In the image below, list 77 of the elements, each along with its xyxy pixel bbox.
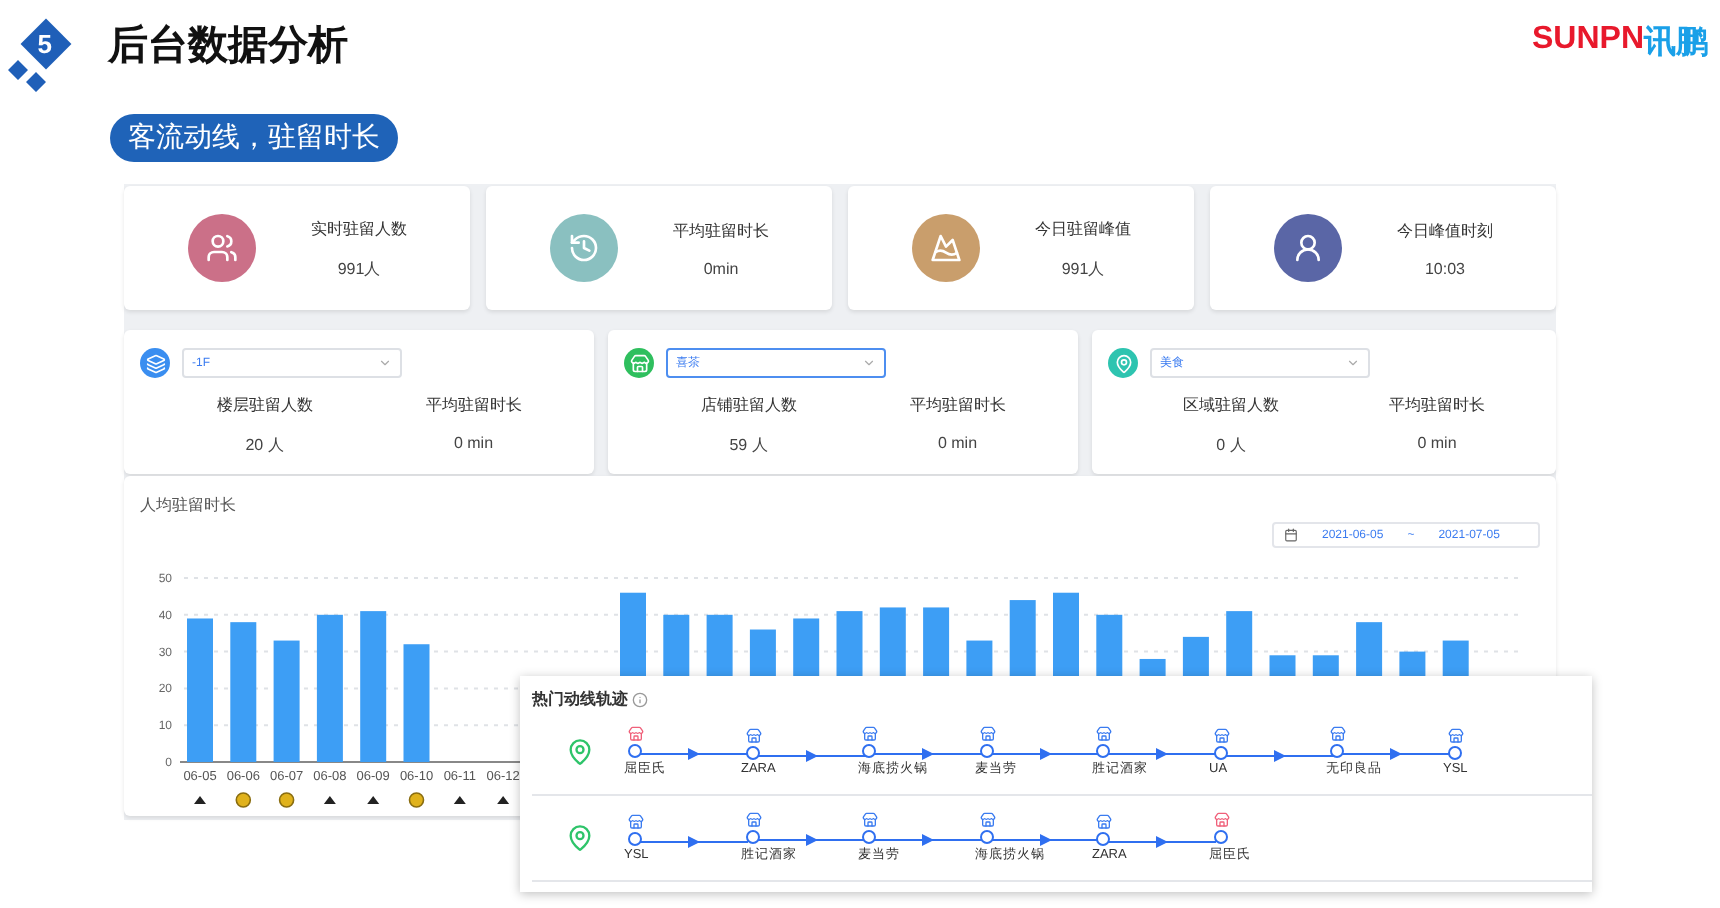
arrow-line bbox=[991, 834, 1099, 846]
stat-label: 店铺驻留人数 bbox=[700, 394, 797, 416]
popup-title: 热门动线轨迹 bbox=[532, 688, 628, 710]
stop-marker bbox=[1096, 832, 1110, 846]
stop-marker bbox=[745, 746, 759, 760]
stop-marker bbox=[1213, 746, 1227, 760]
stat-label: 楼层驻留人数 bbox=[216, 394, 313, 416]
arrow-line bbox=[874, 748, 982, 760]
triangle-icon bbox=[497, 796, 510, 804]
stat-label: 平均驻留时长 bbox=[425, 394, 522, 416]
circle-icon bbox=[278, 792, 295, 808]
arrow-line bbox=[1342, 748, 1450, 760]
stop-marker bbox=[745, 830, 759, 844]
stat-value: 991人 bbox=[337, 257, 381, 279]
clock-icon bbox=[567, 232, 599, 264]
stat-value: 0 min bbox=[937, 434, 978, 452]
chevron-icon bbox=[862, 356, 876, 370]
triangle-icon bbox=[323, 796, 336, 804]
stat-label: 平均驻留时长 bbox=[1389, 394, 1485, 416]
stop-marker bbox=[1096, 744, 1110, 758]
people-icon bbox=[205, 232, 237, 264]
stat-label: 平均驻留时长 bbox=[909, 394, 1006, 416]
stat-label: 今日驻留峰值 bbox=[1035, 217, 1131, 239]
mountain-icon bbox=[929, 232, 961, 264]
chart-title: 人均驻留时长 bbox=[140, 494, 236, 518]
stop-marker bbox=[1213, 830, 1227, 844]
stat-value: 0 min bbox=[1417, 434, 1457, 452]
triangle-icon bbox=[453, 796, 466, 804]
calendar-icon bbox=[1284, 528, 1298, 542]
triangle-icon bbox=[194, 796, 206, 804]
arrow-line bbox=[640, 836, 748, 848]
stat-value: 991人 bbox=[1061, 257, 1105, 279]
arrow-line bbox=[1108, 748, 1216, 760]
stop-marker bbox=[862, 830, 876, 844]
arrow-line bbox=[1225, 750, 1333, 762]
stop-marker bbox=[979, 744, 993, 758]
circle-icon bbox=[235, 792, 252, 808]
bar bbox=[230, 622, 257, 762]
stat-value: 0 min bbox=[453, 434, 494, 452]
layers-icon bbox=[140, 348, 170, 378]
stat-value: 10:03 bbox=[1424, 259, 1466, 277]
arrow-line bbox=[874, 834, 982, 846]
chevron-icon bbox=[378, 356, 392, 370]
bar bbox=[187, 618, 213, 762]
person-icon bbox=[1291, 232, 1323, 264]
slide-title: 后台数据分析 bbox=[108, 21, 348, 71]
stat-value: 0 人 bbox=[1216, 434, 1246, 456]
map-pin-icon bbox=[566, 824, 594, 852]
triangle-icon bbox=[367, 796, 380, 804]
stat-label: 区域驻留人数 bbox=[1183, 394, 1279, 416]
stat-value: 20 人 bbox=[245, 434, 284, 456]
bar bbox=[403, 644, 430, 762]
stat-label: 实时驻留人数 bbox=[311, 217, 407, 239]
map-pin-icon bbox=[1108, 348, 1138, 378]
stop-marker bbox=[1330, 744, 1344, 758]
map-pin-icon bbox=[566, 738, 594, 766]
arrow-line bbox=[640, 748, 748, 760]
stop-marker bbox=[628, 744, 642, 758]
arrow-line bbox=[757, 834, 865, 846]
chevron-icon bbox=[1346, 356, 1360, 370]
bar bbox=[273, 640, 300, 762]
stop-marker bbox=[628, 832, 642, 846]
circle-icon bbox=[408, 792, 425, 808]
info-icon bbox=[632, 691, 648, 707]
stat-label: 今日峰值时刻 bbox=[1397, 219, 1493, 241]
store-icon bbox=[624, 348, 654, 378]
arrow-line bbox=[991, 748, 1099, 760]
stop-marker bbox=[979, 830, 993, 844]
stop-marker bbox=[1447, 746, 1461, 760]
subtitle-pill: 客流动线，驻留时长 bbox=[110, 114, 398, 162]
stop-marker bbox=[862, 744, 876, 758]
stat-label: 平均驻留时长 bbox=[673, 219, 769, 241]
arrow-line bbox=[1108, 836, 1216, 848]
stat-value: 0min bbox=[703, 259, 739, 277]
brand-logo: SUNPN讯鹏 bbox=[1531, 22, 1708, 64]
arrow-line bbox=[757, 750, 865, 762]
stat-value: 59 人 bbox=[729, 434, 768, 456]
